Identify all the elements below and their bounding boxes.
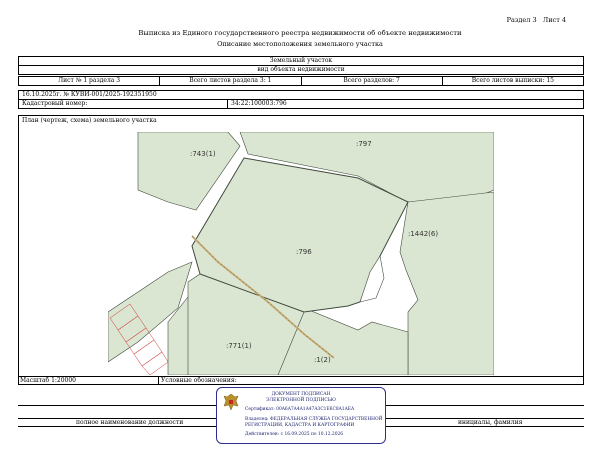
- section-label: Раздел 3: [506, 16, 537, 24]
- scale-label: Масштаб 1:20000: [20, 377, 77, 384]
- cadastral-label: Кадастровый номер:: [17, 99, 229, 109]
- document-title: Выписка из Единого государственного реес…: [138, 29, 462, 37]
- cadastral-value: 34:22:100003:796: [227, 99, 584, 109]
- position-line: [18, 405, 218, 406]
- cadastral-table: 16.10.2025г. № КУВИ-001/2025-192351950 К…: [17, 90, 584, 109]
- sheets-total: Всего листов выписки: 15: [441, 76, 585, 86]
- position-caption: полное наименование должности: [76, 419, 184, 426]
- sheet-label: Лист 4: [542, 16, 566, 24]
- scale-legend-row: Масштаб 1:20000 Условные обозначения:: [18, 376, 584, 385]
- cadastral-map: :743(1) :797 :796 :1442(6) :771(1) :1(2): [108, 132, 494, 375]
- name-line: [384, 405, 584, 406]
- name-caption: инициалы, фамилия: [458, 419, 523, 426]
- parcel-1442: [399, 191, 494, 375]
- object-type-caption: вид объекта недвижимости: [18, 65, 584, 75]
- stamp-cert: Сертификат: 00A6A7A4A1A47A3C1E6C8A1AEA: [245, 407, 355, 412]
- stamp-owner2: РЕГИСТРАЦИИ, КАДАСТРА И КАРТОГРАФИИ: [245, 423, 355, 428]
- legend-label: Условные обозначения:: [161, 377, 237, 384]
- stamp-owner1: Владелец: ФЕДЕРАЛЬНАЯ СЛУЖБА ГОСУДАРСТВЕ…: [245, 417, 383, 422]
- date-number: 16.10.2025г. № КУВИ-001/2025-192351950: [18, 90, 584, 100]
- stamp-title1: ДОКУМЕНТ ПОДПИСАН: [271, 392, 331, 397]
- e-signature-stamp: ДОКУМЕНТ ПОДПИСАН ЭЛЕКТРОННОЙ ПОДПИСЬЮ С…: [216, 387, 386, 444]
- object-type-table: Земельный участок вид объекта недвижимос…: [18, 56, 584, 75]
- stamp-valid: Действителен: с 16.09.2025 по 10.12.2026: [245, 432, 344, 437]
- stamp-title2: ЭЛЕКТРОННОЙ ПОДПИСЬЮ: [266, 398, 336, 403]
- label-797: :797: [356, 140, 372, 148]
- plan-label: План (чертеж, схема) земельного участка: [22, 117, 157, 124]
- label-1442: :1442(6): [408, 230, 438, 238]
- label-743: :743(1): [190, 150, 216, 158]
- sheet-info-table: Лист № 1 раздела 3 Всего листов раздела …: [17, 76, 585, 86]
- label-796: :796: [296, 248, 312, 256]
- sheet-of-section: Лист № 1 раздела 3: [17, 76, 161, 86]
- section-sheet-header: Раздел 3 Лист 4: [507, 16, 566, 24]
- sheets-in-section: Всего листов раздела 3: 1: [159, 76, 302, 86]
- label-771: :771(1): [226, 342, 252, 350]
- document-subtitle: Описание местоположения земельного участ…: [217, 40, 383, 48]
- label-12: :1(2): [314, 356, 331, 364]
- object-type: Земельный участок: [18, 56, 584, 66]
- sections-total: Всего разделов: 7: [300, 76, 443, 86]
